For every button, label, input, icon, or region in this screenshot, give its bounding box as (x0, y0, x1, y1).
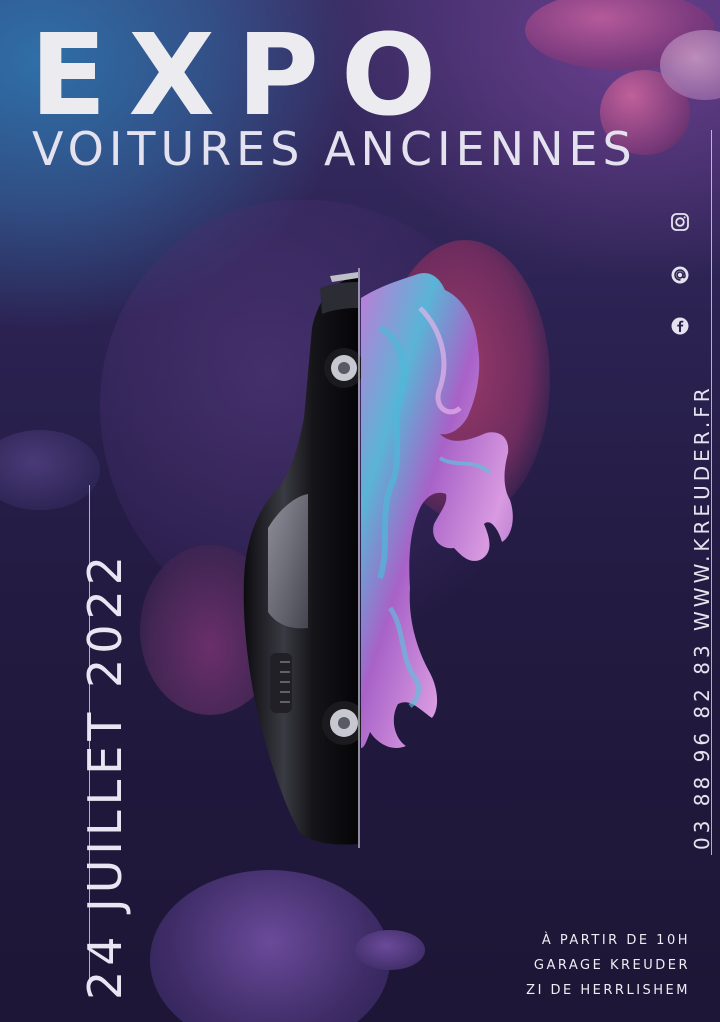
background-blob (355, 930, 425, 970)
facebook-icon[interactable] (670, 316, 690, 336)
poster-subtitle: VOITURES ANCIENNES (32, 122, 637, 176)
event-address: ZI DE HERRLISHEM (526, 983, 690, 998)
classic-car-half (243, 272, 366, 845)
event-date: 24 JUILLET 2022 (78, 550, 132, 1000)
instagram-icon[interactable] (670, 212, 690, 232)
contact-info[interactable]: 03 88 96 82 83 WWW.KREUDER.FR (690, 384, 714, 850)
poster-title: EXPO (30, 11, 459, 141)
at-icon[interactable] (670, 265, 690, 285)
car-horse-artwork (243, 268, 513, 848)
background-blob (0, 430, 100, 510)
marbled-horse-half (361, 272, 513, 749)
event-time: À PARTIR DE 10H (541, 933, 690, 948)
background-blob (150, 870, 390, 1022)
event-venue: GARAGE KREUDER (533, 958, 690, 973)
event-poster: EXPO VOITURES ANCIENNES 24 JUILLET 2022 … (0, 0, 720, 1022)
event-info: À PARTIR DE 10H GARAGE KREUDER ZI DE HER… (526, 928, 690, 1003)
